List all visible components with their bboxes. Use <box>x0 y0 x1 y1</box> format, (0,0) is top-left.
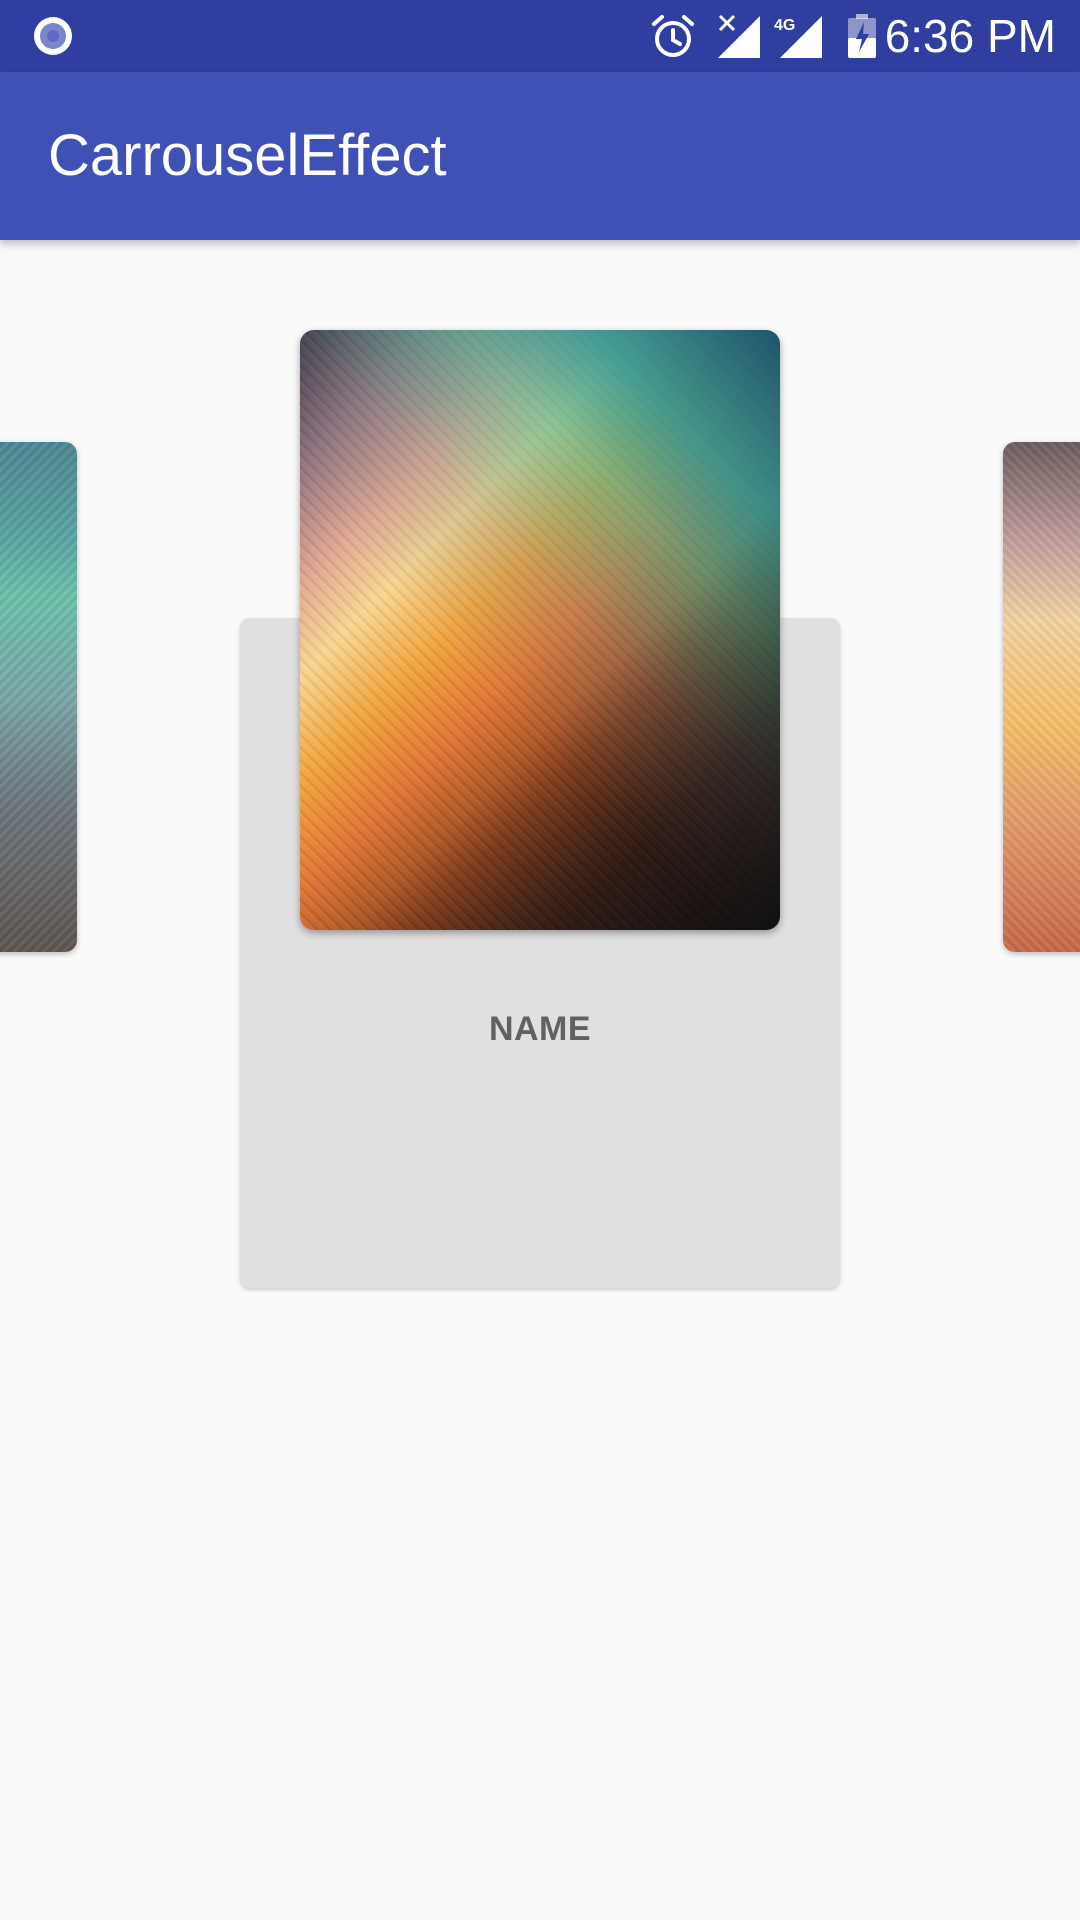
status-bar: 4G 6:36 PM <box>0 0 1080 72</box>
battery-charging-icon <box>848 14 876 58</box>
item-name: NAME <box>488 1010 592 1048</box>
network-label: 4G <box>774 17 795 34</box>
record-icon <box>34 17 72 55</box>
alarm-icon <box>652 15 694 57</box>
app-title: CarrouselEffect <box>48 123 447 188</box>
carousel-item-previous[interactable] <box>0 442 77 952</box>
carousel-item-next[interactable] <box>1003 442 1080 952</box>
signal-no-sim-icon <box>718 14 760 58</box>
screen: 4G 6:36 PM CarrouselEffect NAME <box>0 0 1080 1920</box>
item-image[interactable] <box>300 330 780 930</box>
signal-4g-icon: 4G <box>774 16 822 58</box>
app-bar: CarrouselEffect <box>0 72 1080 240</box>
image-overlay-dark <box>300 330 780 930</box>
status-time: 6:36 PM <box>884 10 1056 62</box>
carousel[interactable]: NAME <box>0 240 1080 1920</box>
